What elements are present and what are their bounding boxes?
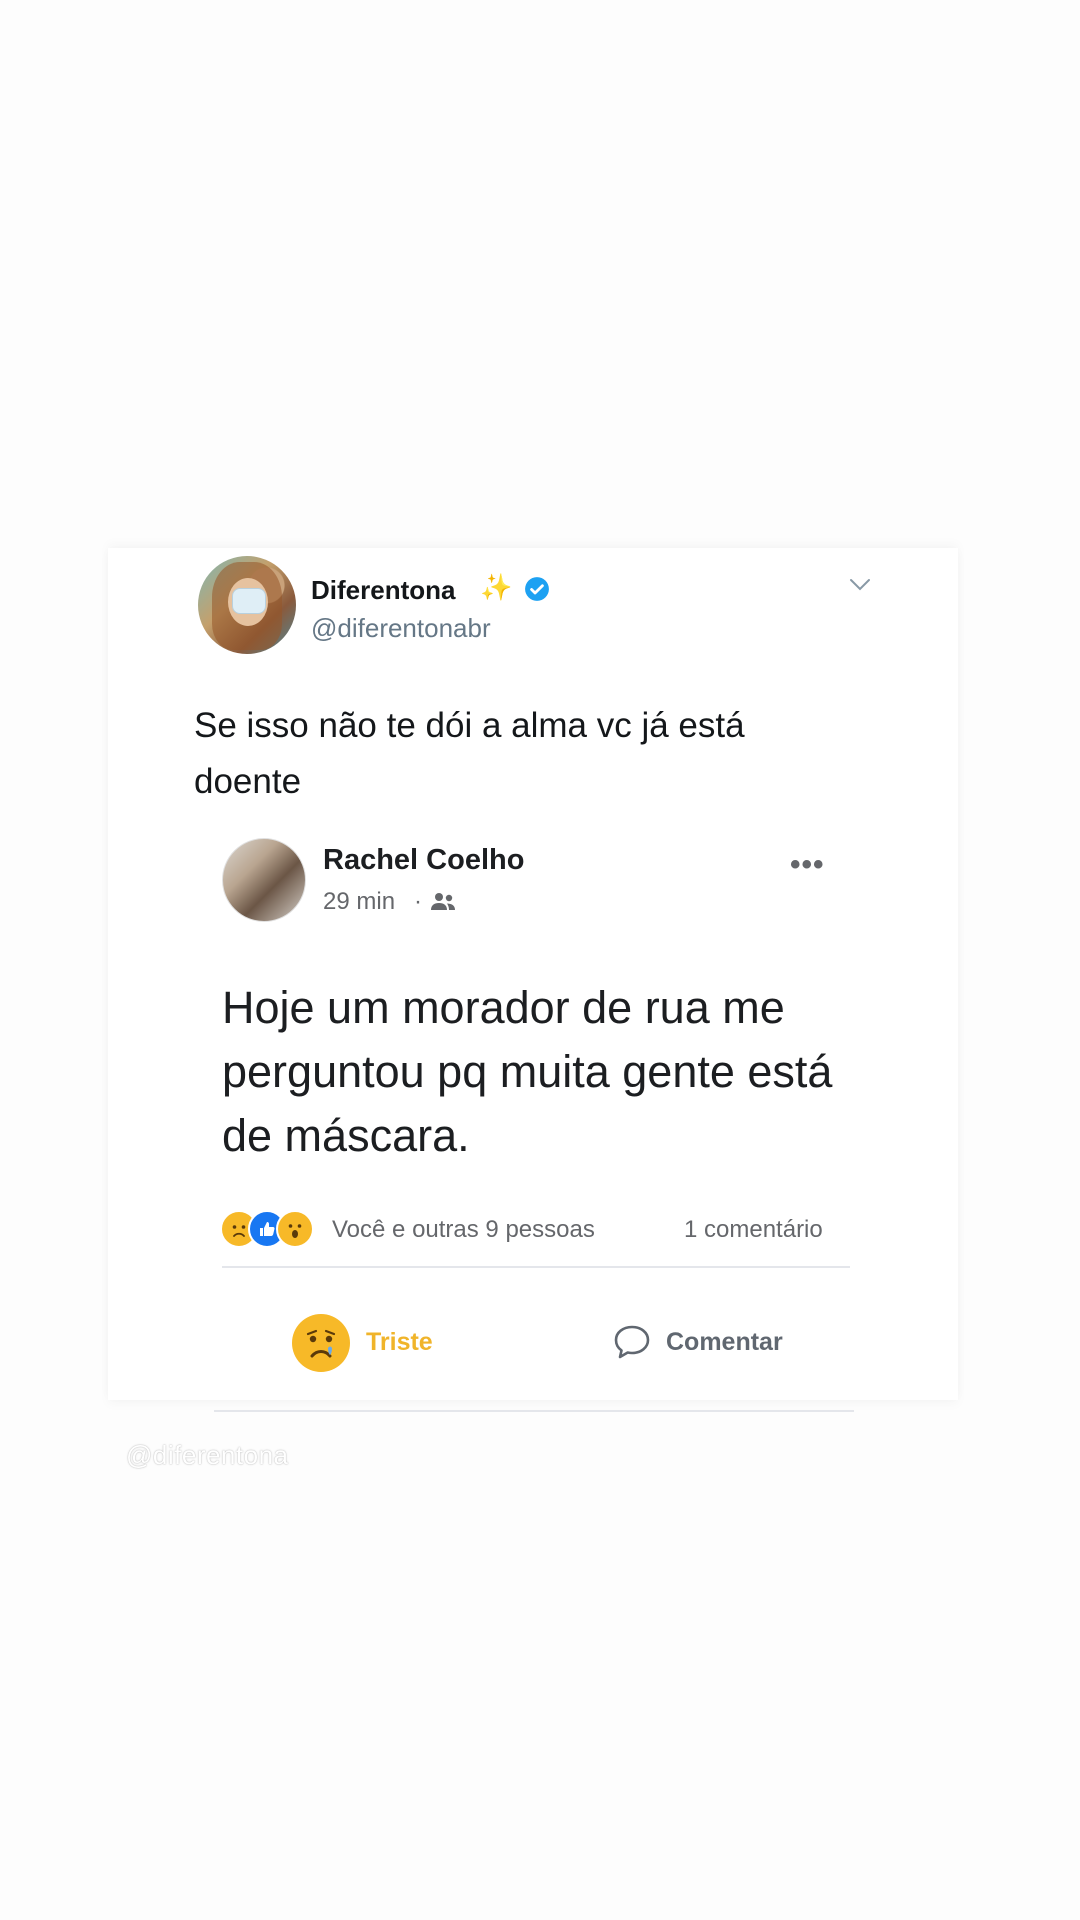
comments-count-link[interactable]: 1 comentário: [684, 1216, 823, 1244]
timestamp-separator: ·: [414, 888, 422, 915]
post-author-avatar[interactable]: [222, 838, 306, 922]
divider: [214, 1410, 854, 1412]
tweet-author-handle[interactable]: @diferentonabr: [311, 613, 491, 644]
tweet-avatar[interactable]: [198, 556, 296, 654]
post-text: Hoje um morador de rua me perguntou pq m…: [222, 982, 833, 1161]
sad-reaction-button[interactable]: Triste: [366, 1328, 433, 1357]
friends-audience-icon: [431, 893, 455, 910]
reactions-count-text[interactable]: Você e outras 9 pessoas: [332, 1216, 595, 1244]
sparkles-emoji: ✨: [480, 572, 513, 602]
reaction-summary-icons[interactable]: [220, 1210, 330, 1248]
tweet-text: Se isso não te dói a alma vc já está doe…: [194, 706, 745, 801]
more-options-button[interactable]: •••: [790, 848, 825, 882]
verified-badge-icon: [525, 577, 549, 601]
post-timestamp[interactable]: 29 min: [323, 888, 395, 916]
divider: [222, 1266, 850, 1268]
comment-button[interactable]: Comentar: [666, 1328, 783, 1357]
tweet-author-name[interactable]: Diferentona: [311, 575, 455, 606]
sad-reaction-icon[interactable]: [292, 1314, 350, 1372]
chevron-down-icon[interactable]: [849, 578, 871, 592]
post-author-name[interactable]: Rachel Coelho: [323, 844, 524, 877]
wow-emoji-icon: [276, 1210, 314, 1248]
watermark-handle: @diferentona: [126, 1440, 289, 1470]
comment-icon[interactable]: [612, 1322, 652, 1362]
screenshot-card: Diferentona ✨ @diferentonabr Se isso não…: [108, 548, 958, 1412]
avatar-mask: [232, 588, 266, 614]
